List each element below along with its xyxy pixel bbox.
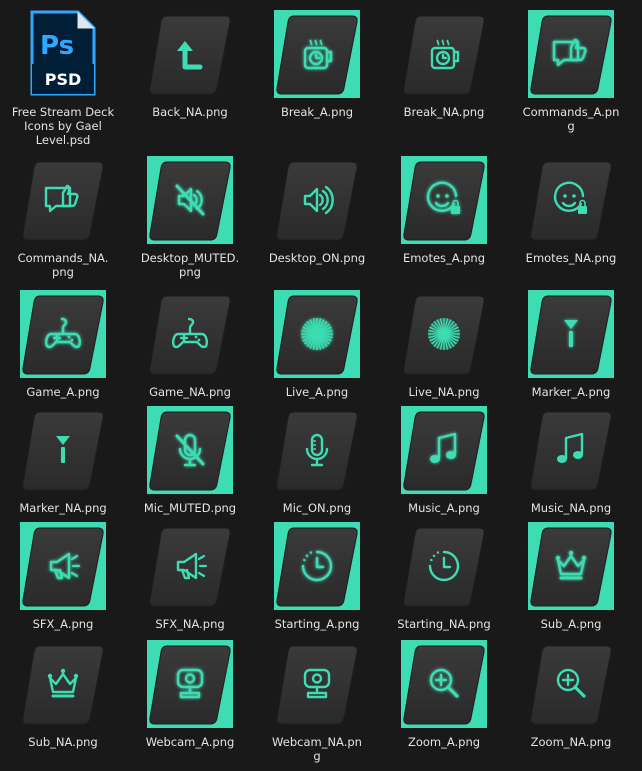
file-name: Game_A.png — [26, 385, 100, 399]
live-icon — [301, 318, 333, 350]
file-thumbnail — [147, 10, 233, 98]
file-name: Mic_ON.png — [282, 501, 352, 515]
psd-ext: PSD — [45, 70, 82, 89]
file-thumbnail — [20, 522, 106, 610]
file-thumbnail — [20, 406, 106, 494]
file-thumbnail — [274, 640, 360, 728]
file-name: Starting_A.png — [274, 617, 360, 631]
file-thumbnail — [20, 640, 106, 728]
file-thumbnail — [147, 640, 233, 728]
file-thumbnail — [274, 406, 360, 494]
file-name: Starting_NA.png — [397, 617, 491, 631]
file-thumbnail — [528, 290, 614, 378]
file-name: Back_NA.png — [152, 105, 228, 119]
file-thumbnail — [401, 522, 487, 610]
file-name: Game_NA.png — [149, 385, 231, 399]
file-name: Zoom_A.png — [407, 735, 481, 749]
file-name: Sub_A.png — [540, 617, 602, 631]
file-name: Emotes_NA.png — [525, 251, 617, 265]
file-name: Desktop_MUTED. png — [140, 251, 240, 279]
file-thumbnail — [274, 522, 360, 610]
file-thumbnail — [401, 156, 487, 244]
file-name: Webcam_A.png — [145, 735, 235, 749]
file-thumbnail — [20, 290, 106, 378]
file-name: Marker_NA.png — [19, 501, 107, 515]
file-thumbnail — [528, 522, 614, 610]
file-thumbnail — [274, 10, 360, 98]
file-thumbnail — [147, 522, 233, 610]
file-name: Music_A.png — [408, 501, 480, 515]
file-name: Break_A.png — [280, 105, 354, 119]
psd-file-icon: Ps PSD — [20, 10, 106, 98]
file-name: Desktop_ON.png — [268, 251, 366, 265]
file-thumbnail — [147, 406, 233, 494]
file-thumbnail — [401, 10, 487, 98]
file-name: Webcam_NA.pn g — [272, 735, 362, 763]
file-name: Zoom_NA.png — [530, 735, 612, 749]
file-name: Free Stream Deck Icons by Gael Level.psd — [11, 105, 115, 147]
live-icon — [428, 318, 460, 350]
file-name: Commands_NA. png — [17, 251, 109, 279]
file-thumbnail — [147, 290, 233, 378]
file-thumbnail — [274, 156, 360, 244]
file-name: SFX_NA.png — [155, 617, 225, 631]
file-thumbnail — [528, 640, 614, 728]
file-thumbnail — [274, 290, 360, 378]
file-thumbnail — [528, 10, 614, 98]
file-thumbnail — [147, 156, 233, 244]
file-name: Mic_MUTED.png — [143, 501, 237, 515]
ps-letters: Ps — [40, 31, 74, 61]
file-name: Break_NA.png — [403, 105, 485, 119]
file-name: Music_NA.png — [530, 501, 612, 515]
file-name: Emotes_A.png — [402, 251, 486, 265]
file-grid: Ps PSD Free Stream Deck Icons by Gael Le… — [0, 0, 642, 771]
file-name: Live_NA.png — [408, 385, 480, 399]
file-name: SFX_A.png — [32, 617, 94, 631]
file-thumbnail — [20, 156, 106, 244]
file-name: Live_A.png — [285, 385, 349, 399]
file-thumbnail — [401, 290, 487, 378]
file-thumbnail — [401, 640, 487, 728]
file-thumbnail — [401, 406, 487, 494]
file-name: Marker_A.png — [531, 385, 611, 399]
file-thumbnail — [528, 156, 614, 244]
file-name: Commands_A.pn g — [522, 105, 620, 133]
file-thumbnail — [528, 406, 614, 494]
file-name: Sub_NA.png — [28, 735, 98, 749]
